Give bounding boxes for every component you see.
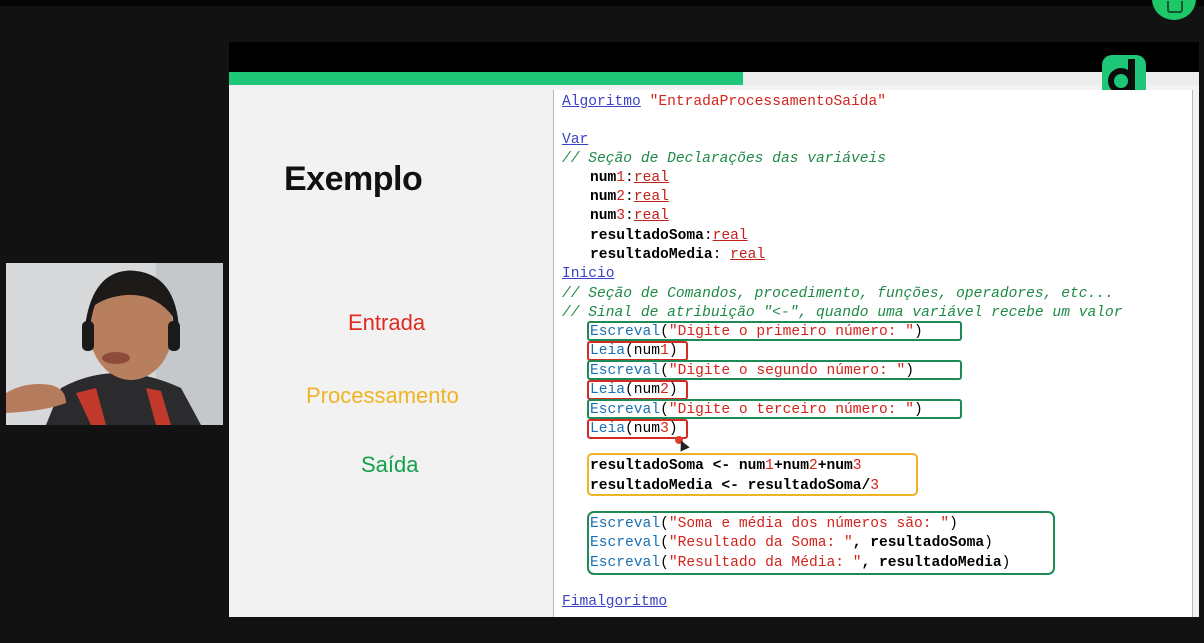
code-leia-3: Leia(num3): [590, 421, 678, 437]
notes-icon: [1167, 1, 1183, 13]
slide-title: Exemplo: [284, 160, 423, 198]
code-decl-soma: resultadoSoma:real: [590, 228, 748, 244]
code-out-3: Escreval("Resultado da Média: ", resulta…: [590, 555, 1011, 571]
code-comment-attr: // Sinal de atribuição "<-", quando uma …: [562, 305, 1123, 321]
code-decl-num3: num3:real: [590, 208, 669, 224]
code-line-fim: Fimalgoritmo: [562, 594, 668, 610]
top-bar: [0, 0, 1204, 6]
code-decl-num1: num1:real: [590, 170, 669, 186]
code-decl-media: resultadoMedia: real: [590, 247, 766, 263]
code-out-2: Escreval("Resultado da Soma: ", resultad…: [590, 535, 993, 551]
code-soma: resultadoSoma <- num1+num2+num3: [590, 458, 862, 474]
code-line-algoritmo: Algoritmo "EntradaProcessamentoSaída": [562, 94, 887, 110]
code-comment-cmd: // Seção de Comandos, procedimento, funç…: [562, 286, 1114, 302]
slide-top-band: [229, 42, 1199, 72]
corner-badge[interactable]: [1152, 0, 1196, 20]
code-panel: Algoritmo "EntradaProcessamentoSaída" Va…: [553, 90, 1193, 617]
code-escreval-1: Escreval("Digite o primeiro número: "): [590, 324, 923, 340]
code-escreval-2: Escreval("Digite o segundo número: "): [590, 363, 915, 379]
label-processamento: Processamento: [306, 383, 459, 408]
code-leia-2: Leia(num2): [590, 382, 678, 398]
code-escreval-3: Escreval("Digite o terceiro número: "): [590, 402, 923, 418]
code-out-1: Escreval("Soma e média dos números são: …: [590, 516, 958, 532]
label-saida: Saída: [361, 452, 419, 477]
code-comment-decl: // Seção de Declarações das variáveis: [562, 151, 887, 167]
code-line-inicio: Inicio: [562, 266, 615, 282]
label-entrada: Entrada: [348, 310, 426, 335]
presenter-figure: [6, 263, 223, 425]
code-leia-1: Leia(num1): [590, 343, 678, 359]
slide-progress-fill: [229, 72, 744, 85]
slide-progress-bar: [229, 72, 1199, 85]
code-decl-num2: num2:real: [590, 189, 669, 205]
code-line-var: Var: [562, 132, 589, 148]
webcam-video: [6, 263, 223, 425]
code-media: resultadoMedia <- resultadoSoma/3: [590, 478, 880, 494]
